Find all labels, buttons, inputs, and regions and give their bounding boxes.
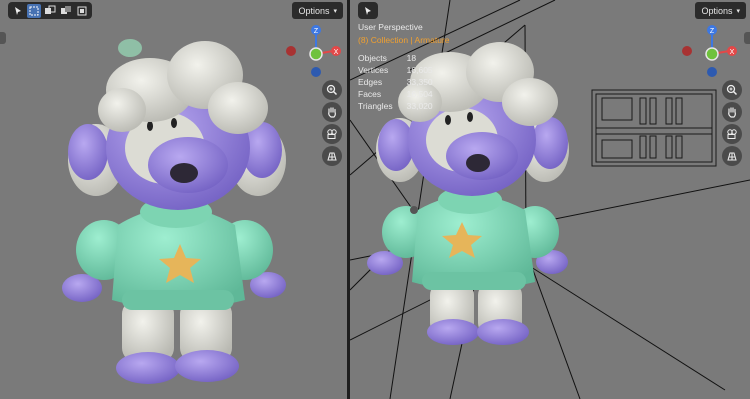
gizmo-z-label: Z (314, 28, 319, 35)
stats-row: Triangles 33,020 (358, 101, 433, 111)
neg-x-axis-icon (286, 46, 296, 56)
select-invert-icon[interactable] (75, 4, 89, 18)
zoom-icon[interactable] (722, 80, 742, 100)
neg-z-axis-icon (707, 67, 717, 77)
cursor-tool-icon[interactable] (11, 4, 25, 18)
active-collection-label: (8) Collection | Armature (358, 35, 450, 45)
camera-icon[interactable] (722, 124, 742, 144)
viewport-right[interactable]: Options ▾ User Perspective (8) Collectio… (350, 0, 750, 399)
hand-pan-icon[interactable] (322, 102, 342, 122)
select-extend-icon[interactable] (43, 4, 57, 18)
grid-icon[interactable] (722, 146, 742, 166)
cursor-tool-icon[interactable] (361, 4, 375, 18)
chevron-down-icon: ▾ (333, 7, 337, 15)
nav-buttons-right (722, 80, 742, 168)
grid-icon[interactable] (322, 146, 342, 166)
stats-table: Objects 18 Vertices 16,605 Edges 33,350 Fac… (358, 53, 447, 113)
sidebar-toggle-right[interactable] (744, 32, 750, 44)
options-button-left[interactable]: Options ▾ (292, 2, 343, 19)
reference-plane-sketch (591, 89, 717, 167)
select-subtract-icon[interactable] (59, 4, 73, 18)
gizmo-z-label: Z (710, 28, 715, 35)
zoom-icon[interactable] (322, 80, 342, 100)
options-button-right[interactable]: Options ▾ (695, 2, 746, 19)
stats-row: Objects 18 (358, 53, 417, 63)
options-label: Options (701, 5, 733, 16)
neg-z-axis-icon (311, 67, 321, 77)
viewport-stats-overlay: User Perspective (8) Collection | Armatu… (358, 22, 450, 113)
viewport-left[interactable]: Options ▾ Z X (0, 0, 347, 399)
stats-row: Edges 33,350 (358, 77, 433, 87)
nav-buttons-left (322, 80, 342, 168)
camera-icon[interactable] (322, 124, 342, 144)
tool-header-left (8, 2, 92, 19)
chevron-down-icon: ▾ (736, 7, 740, 15)
options-label: Options (298, 5, 330, 16)
y-axis-icon (309, 47, 323, 61)
gizmo-x-label: X (334, 49, 339, 56)
gizmo-x-label: X (730, 49, 735, 56)
stats-row: Faces 16,504 (358, 89, 433, 99)
neg-x-axis-icon (682, 46, 692, 56)
tool-header-right (358, 2, 378, 19)
y-axis-icon (705, 47, 719, 61)
hand-pan-icon[interactable] (722, 102, 742, 122)
stats-row: Vertices 16,605 (358, 65, 433, 75)
blender-window: Options ▾ Z X Options ▾ User Perspective… (0, 0, 750, 399)
toolbar-toggle-left[interactable] (0, 32, 6, 44)
perspective-label: User Perspective (358, 22, 423, 32)
armature-bone-icon (410, 206, 418, 214)
select-box-icon[interactable] (27, 3, 41, 18)
